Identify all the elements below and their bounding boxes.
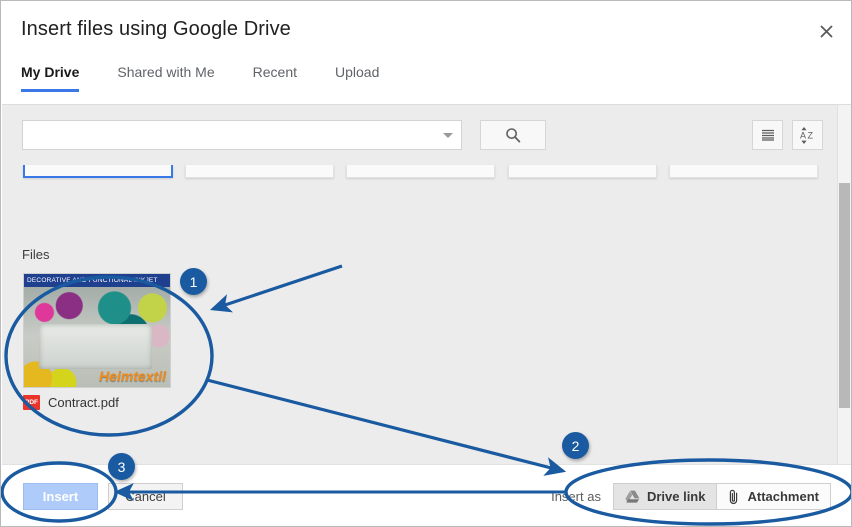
dialog-tabs: My Drive Shared with Me Recent Upload bbox=[21, 64, 417, 92]
folder-card[interactable] bbox=[185, 165, 334, 178]
file-name-label: Contract.pdf bbox=[48, 395, 119, 410]
svg-text:A: A bbox=[800, 130, 806, 140]
insert-as-label: Insert as bbox=[551, 489, 601, 504]
tab-label: Recent bbox=[252, 64, 297, 80]
file-tile[interactable]: DECORATIVE AND FUNCTIONAL INKJET Heimtex… bbox=[23, 273, 171, 410]
paperclip-icon bbox=[728, 489, 740, 505]
folder-card[interactable] bbox=[669, 165, 818, 178]
dialog-header: Insert files using Google Drive My Drive… bbox=[1, 1, 851, 104]
tab-label: Upload bbox=[335, 64, 380, 80]
sort-az-icon[interactable]: A Z bbox=[792, 120, 823, 150]
tab-label: Shared with Me bbox=[117, 64, 215, 80]
tab-recent[interactable]: Recent bbox=[253, 64, 297, 92]
list-view-icon[interactable] bbox=[752, 120, 783, 150]
folder-card[interactable] bbox=[346, 165, 495, 178]
chevron-down-icon[interactable] bbox=[443, 133, 453, 138]
thumbnail-sofa-shape bbox=[38, 323, 153, 369]
search-input[interactable] bbox=[22, 120, 462, 150]
file-thumbnail[interactable]: DECORATIVE AND FUNCTIONAL INKJET Heimtex… bbox=[23, 273, 171, 388]
folder-card[interactable] bbox=[508, 165, 657, 178]
insert-files-dialog: Insert files using Google Drive My Drive… bbox=[0, 0, 852, 527]
folder-card[interactable] bbox=[23, 165, 173, 178]
drive-link-label: Drive link bbox=[646, 489, 706, 504]
tab-shared-with-me[interactable]: Shared with Me bbox=[117, 64, 214, 92]
dialog-footer: Insert Cancel Insert as Drive link Attac… bbox=[2, 464, 851, 526]
vertical-scrollbar[interactable] bbox=[837, 105, 851, 464]
file-name-row: PDF Contract.pdf bbox=[23, 395, 171, 410]
search-bar bbox=[22, 120, 546, 150]
attachment-button[interactable]: Attachment bbox=[717, 483, 831, 510]
files-section-label: Files bbox=[22, 247, 50, 262]
cancel-button[interactable]: Cancel bbox=[108, 483, 183, 510]
page-title: Insert files using Google Drive bbox=[21, 18, 291, 40]
tab-my-drive[interactable]: My Drive bbox=[21, 64, 80, 92]
search-button[interactable] bbox=[480, 120, 546, 150]
attachment-label: Attachment bbox=[747, 489, 819, 504]
svg-text:Z: Z bbox=[808, 130, 814, 140]
folder-card-row bbox=[2, 165, 851, 179]
tab-label: My Drive bbox=[21, 64, 80, 80]
view-toggle-group: A Z bbox=[752, 120, 823, 150]
google-drive-icon bbox=[625, 490, 640, 503]
file-browser-panel: A Z Files DECORATIVE AND FUNCTIONAL INKJ… bbox=[2, 104, 851, 464]
insert-button[interactable]: Insert bbox=[23, 483, 98, 510]
insert-as-group: Insert as Drive link Attachment bbox=[551, 483, 831, 510]
close-icon[interactable] bbox=[813, 18, 839, 44]
scrollbar-thumb[interactable] bbox=[839, 183, 850, 408]
tab-upload[interactable]: Upload bbox=[335, 64, 379, 92]
pdf-icon: PDF bbox=[23, 395, 40, 410]
thumbnail-brand-text: Heimtextil bbox=[99, 368, 166, 384]
drive-link-button[interactable]: Drive link bbox=[612, 483, 718, 510]
thumbnail-banner-text: DECORATIVE AND FUNCTIONAL INKJET bbox=[24, 274, 170, 287]
